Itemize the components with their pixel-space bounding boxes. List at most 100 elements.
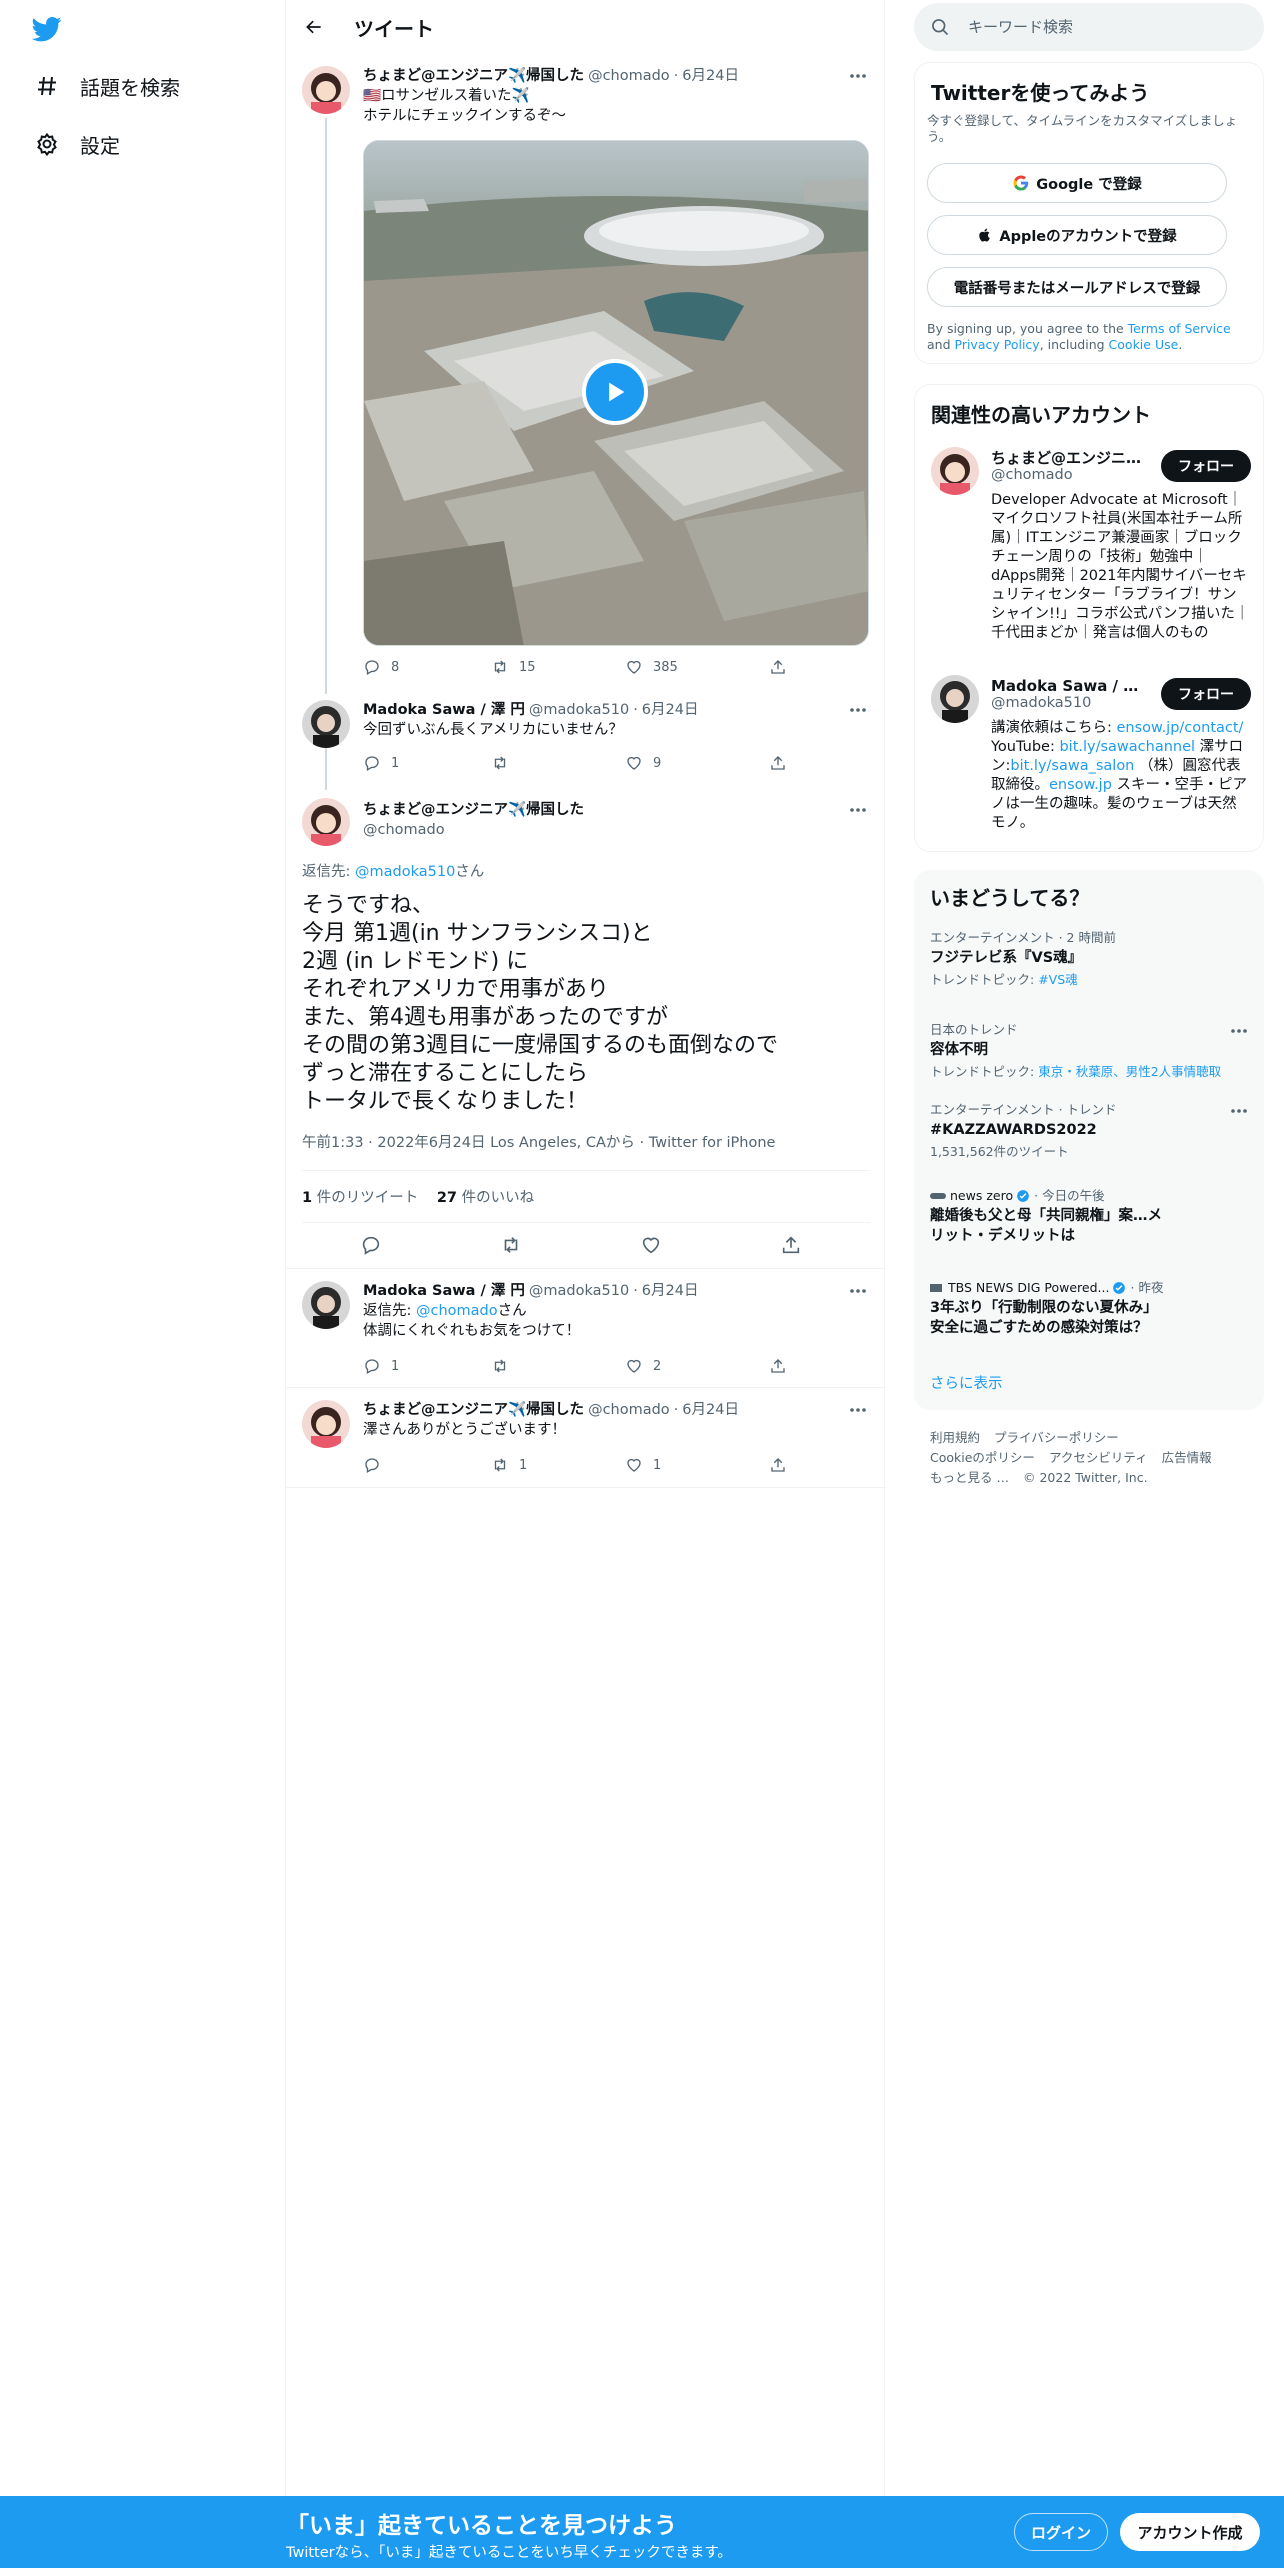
share-button[interactable] <box>769 754 797 772</box>
bottom-signup-bar: 「いま」起きていることを見つけよう Twitterなら、「いま」起きていることを… <box>0 2496 1284 2568</box>
back-button[interactable] <box>296 9 332 45</box>
like-button[interactable] <box>640 1234 662 1260</box>
account-item[interactable]: ちょまど@エンジニア✈️帰国した @chomado フォロー Developer… <box>931 447 1251 647</box>
like-stat[interactable]: 27 件のいいね <box>437 1190 534 1206</box>
retweet-button[interactable] <box>491 754 519 772</box>
sidebar-item-explore[interactable]: 話題を検索 <box>34 66 180 106</box>
account-item[interactable]: Madoka Sawa / 澤 円 @madoka510 フォロー 講演依頼はこ… <box>931 675 1251 845</box>
show-more-link[interactable]: さらに表示 <box>930 1372 1003 1393</box>
sidebar-item-settings[interactable]: 設定 <box>34 124 120 164</box>
account-name[interactable]: ちょまど@エンジニア✈️帰国した <box>991 447 1151 468</box>
trend-item[interactable]: 日本のトレンド 容体不明 トレンドトピック: 東京・秋葉原、男性2人事情聴取 <box>930 1022 1248 1080</box>
tweet-author-handle[interactable]: @madoka510 <box>529 700 629 720</box>
trend-item[interactable]: エンターテインメント · トレンド #KAZZAWARDS2022 1,531,… <box>930 1102 1248 1160</box>
share-button[interactable] <box>769 1357 797 1375</box>
more-options-button[interactable] <box>846 1281 870 1301</box>
retweet-button[interactable] <box>500 1234 522 1260</box>
like-button[interactable]: 2 <box>625 1357 661 1375</box>
google-signup-button[interactable]: Google で登録 <box>927 163 1227 203</box>
tweet-video[interactable] <box>363 140 869 646</box>
reply-button[interactable] <box>360 1234 382 1260</box>
avatar[interactable] <box>931 675 979 723</box>
login-button[interactable]: ログイン <box>1014 2513 1108 2551</box>
tweet-meta[interactable]: 午前1:33 · 2022年6月24日 Los Angeles, CAから · … <box>302 1131 775 1152</box>
follow-button[interactable]: フォロー <box>1161 678 1251 710</box>
footer-link[interactable]: 利用規約 <box>930 1428 980 1448</box>
tweet[interactable]: Madoka Sawa / 澤 円 @madoka510 · 6月24日 返信先… <box>286 1269 886 1387</box>
tweet-author-handle[interactable]: @chomado <box>363 820 584 840</box>
more-options-button[interactable] <box>846 1400 870 1420</box>
account-name[interactable]: Madoka Sawa / 澤 円 <box>991 675 1151 696</box>
retweet-stat[interactable]: 1 件のリツイート <box>302 1190 418 1206</box>
tweet-date[interactable]: 6月24日 <box>682 1400 739 1420</box>
tweet-date[interactable]: 6月24日 <box>642 1281 699 1301</box>
tweet[interactable]: ちょまど@エンジニア✈️帰国した @chomado · 6月24日 🇺🇸ロサンゼ… <box>286 62 886 692</box>
more-options-button[interactable] <box>846 700 870 720</box>
bio-link[interactable]: bit.ly/sawa_salon <box>1010 758 1134 774</box>
bio-link[interactable]: ensow.jp <box>1049 777 1112 793</box>
tweet-author-handle[interactable]: @madoka510 <box>529 1281 629 1301</box>
reply-to-link[interactable]: @chomado <box>416 1303 498 1319</box>
search-box[interactable] <box>914 3 1264 51</box>
privacy-link[interactable]: Privacy Policy <box>955 337 1040 352</box>
tweet[interactable]: ちょまど@エンジニア✈️帰国した @chomado · 6月24日 澤さんありが… <box>286 1388 886 1488</box>
tweet-date[interactable]: 6月24日 <box>642 700 699 720</box>
footer-more-link[interactable]: もっと見る … <box>930 1468 1009 1488</box>
tweet-author-name[interactable]: Madoka Sawa / 澤 円 <box>363 1281 525 1301</box>
like-button[interactable]: 385 <box>625 658 678 676</box>
reply-to-link[interactable]: @madoka510 <box>355 864 455 880</box>
reply-button[interactable] <box>363 1456 391 1474</box>
trend-more-button[interactable] <box>1230 1102 1248 1118</box>
reply-button[interactable]: 1 <box>363 1357 399 1375</box>
footer-link[interactable]: 広告情報 <box>1162 1448 1212 1468</box>
trend-link[interactable]: 東京・秋葉原、男性2人事情聴取 <box>1038 1064 1221 1079</box>
like-button[interactable]: 9 <box>625 754 661 772</box>
create-account-button[interactable]: アカウント作成 <box>1120 2513 1260 2551</box>
trend-item[interactable]: エンターテインメント · 2 時間前 フジテレビ系『VS魂』 トレンドトピック:… <box>930 930 1248 988</box>
footer-link[interactable]: Cookieのポリシー <box>930 1448 1035 1468</box>
avatar[interactable] <box>302 1400 350 1448</box>
cookie-link[interactable]: Cookie Use <box>1109 337 1179 352</box>
share-button[interactable] <box>769 658 797 676</box>
retweet-button[interactable] <box>491 1357 519 1375</box>
search-input[interactable] <box>968 18 1248 36</box>
share-button[interactable] <box>780 1234 802 1260</box>
tweet-author-name[interactable]: ちょまど@エンジニア✈️帰国した <box>363 800 584 820</box>
retweet-button[interactable]: 1 <box>491 1456 527 1474</box>
tweet-date[interactable]: 6月24日 <box>682 66 739 86</box>
avatar[interactable] <box>302 66 350 114</box>
footer-link[interactable]: プライバシーポリシー <box>994 1428 1119 1448</box>
phone-email-signup-button[interactable]: 電話番号またはメールアドレスで登録 <box>927 267 1227 307</box>
avatar[interactable] <box>302 700 350 748</box>
bio-link[interactable]: ensow.jp/contact/ <box>1117 720 1244 736</box>
account-handle[interactable]: @madoka510 <box>991 695 1091 711</box>
tweet-author-handle[interactable]: @chomado <box>588 1400 670 1420</box>
news-item[interactable]: TBS NEWS DIG Powered... · 昨夜 3年ぶり「行動制限のな… <box>930 1280 1248 1338</box>
play-button[interactable] <box>582 359 648 425</box>
tweet-author-name[interactable]: Madoka Sawa / 澤 円 <box>363 700 525 720</box>
tweet-author-handle[interactable]: @chomado <box>588 66 670 86</box>
follow-button[interactable]: フォロー <box>1161 450 1251 482</box>
more-options-button[interactable] <box>846 66 870 86</box>
avatar[interactable] <box>931 447 979 495</box>
tweet-author-name[interactable]: ちょまど@エンジニア✈️帰国した <box>363 66 584 86</box>
more-options-button[interactable] <box>846 800 870 820</box>
account-handle[interactable]: @chomado <box>991 467 1073 483</box>
apple-signup-button[interactable]: Appleのアカウントで登録 <box>927 215 1227 255</box>
reply-button[interactable]: 8 <box>363 658 399 676</box>
trend-link[interactable]: #VS魂 <box>1038 972 1077 987</box>
reply-button[interactable]: 1 <box>363 754 399 772</box>
bio-link[interactable]: bit.ly/sawachannel <box>1059 739 1195 755</box>
terms-link[interactable]: Terms of Service <box>1128 321 1231 336</box>
like-button[interactable]: 1 <box>625 1456 661 1474</box>
trend-more-button[interactable] <box>1230 1022 1248 1038</box>
twitter-logo-icon[interactable] <box>30 14 64 44</box>
tweet[interactable]: Madoka Sawa / 澤 円 @madoka510 · 6月24日 今回ず… <box>286 692 886 790</box>
tweet-author-name[interactable]: ちょまど@エンジニア✈️帰国した <box>363 1400 584 1420</box>
retweet-button[interactable]: 15 <box>491 658 536 676</box>
avatar[interactable] <box>302 798 350 846</box>
news-item[interactable]: news zero · 今日の午後 離婚後も父と母「共同親権」案…メリット・デメ… <box>930 1188 1248 1246</box>
share-button[interactable] <box>769 1456 797 1474</box>
avatar[interactable] <box>302 1281 350 1329</box>
footer-link[interactable]: アクセシビリティ <box>1049 1448 1148 1468</box>
